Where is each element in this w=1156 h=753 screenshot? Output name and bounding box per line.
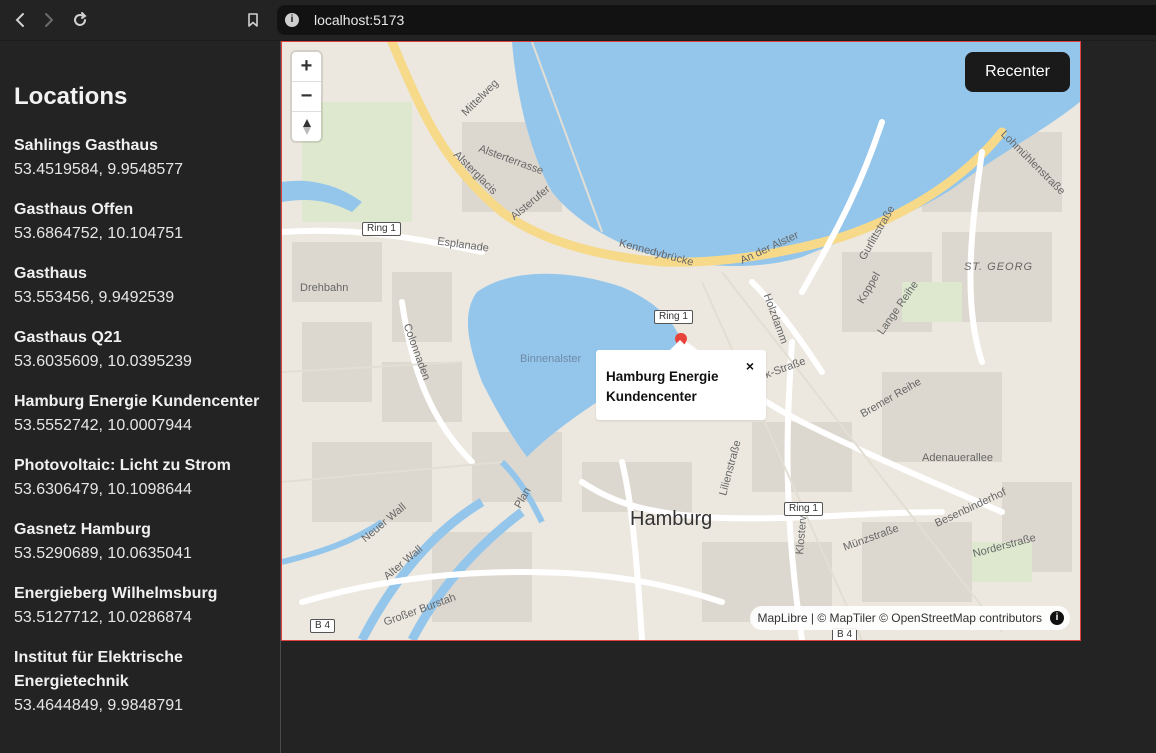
map-label-st-georg: ST. GEORG	[964, 261, 1034, 273]
location-item[interactable]: Photovoltaic: Licht zu Strom 53.6306479,…	[14, 454, 276, 502]
popup-title: Hamburg Energie Kundencenter	[606, 369, 719, 404]
road-shield-ring1: Ring 1	[362, 222, 401, 236]
location-name: Gasthaus Offen	[14, 201, 134, 218]
compass-button[interactable]	[292, 112, 321, 141]
location-name: Energieberg Wilhelmsburg	[14, 585, 218, 602]
map-label-binnenalster: Binnenalster	[520, 353, 582, 365]
recenter-button[interactable]: Recenter	[965, 52, 1070, 92]
popup-tip	[670, 340, 690, 350]
site-info-icon[interactable]: i	[285, 13, 299, 27]
location-coords: 53.4644849, 9.9848791	[14, 697, 184, 714]
bookmark-icon	[248, 13, 258, 27]
location-item[interactable]: Gasnetz Hamburg 53.5290689, 10.0635041	[14, 518, 276, 566]
location-name: Gasthaus	[14, 265, 87, 282]
chevron-left-icon	[15, 13, 24, 27]
location-coords: 53.6035609, 10.0395239	[14, 353, 192, 370]
map-label-drehbahn: Drehbahn	[300, 282, 349, 294]
address-bar[interactable]: i localhost:5173	[277, 5, 1156, 35]
location-coords: 53.553456, 9.9492539	[14, 289, 175, 306]
location-item[interactable]: Hamburg Energie Kundencenter 53.5552742,…	[14, 390, 276, 438]
location-coords: 53.5290689, 10.0635041	[14, 545, 192, 562]
road-shield-ring1: Ring 1	[784, 502, 823, 516]
location-list: Sahlings Gasthaus 53.4519584, 9.9548577 …	[14, 134, 276, 734]
location-name: Gasthaus Q21	[14, 329, 122, 346]
location-item[interactable]: Energieberg Wilhelmsburg 53.5127712, 10.…	[14, 582, 276, 630]
back-button[interactable]	[9, 9, 31, 31]
location-name: Photovoltaic: Licht zu Strom	[14, 457, 231, 474]
zoom-in-button[interactable]: +	[292, 52, 321, 82]
sidebar-title: Locations	[14, 83, 128, 110]
map-label-adenauerallee: Adenauerallee	[922, 452, 993, 464]
location-name: Sahlings Gasthaus	[14, 137, 159, 154]
location-coords: 53.6306479, 10.1098644	[14, 481, 192, 498]
location-name: Institut für Elektrische Energietechnik	[14, 649, 183, 690]
map-canvas[interactable]: Hamburg Binnenalster ST. GEORG Kennedybr…	[281, 41, 1081, 641]
map-attribution: MapLibre | © MapTiler © OpenStreetMap co…	[749, 606, 1070, 630]
location-item[interactable]: Gasthaus Offen 53.6864752, 10.104751	[14, 198, 276, 246]
popup-close-icon[interactable]: ×	[746, 358, 754, 374]
forward-button[interactable]	[38, 9, 60, 31]
road-shield-ring1: Ring 1	[654, 310, 693, 324]
location-coords: 53.5552742, 10.0007944	[14, 417, 192, 434]
location-name: Gasnetz Hamburg	[14, 521, 151, 538]
chevron-right-icon	[45, 13, 54, 27]
reload-button[interactable]	[69, 9, 91, 31]
bookmark-button[interactable]	[242, 9, 264, 31]
attribution-info-icon[interactable]: i	[1050, 611, 1064, 625]
road-shield-b4: B 4	[310, 619, 336, 633]
locations-sidebar: Locations Sahlings Gasthaus 53.4519584, …	[0, 41, 281, 753]
location-item[interactable]: Gasthaus Q21 53.6035609, 10.0395239	[14, 326, 276, 374]
location-coords: 53.6864752, 10.104751	[14, 225, 184, 242]
location-coords: 53.4519584, 9.9548577	[14, 161, 184, 178]
map-label-city: Hamburg	[630, 508, 713, 530]
location-item[interactable]: Gasthaus 53.553456, 9.9492539	[14, 262, 276, 310]
location-item[interactable]: Institut für Elektrische Energietechnik …	[14, 646, 276, 718]
location-popup: Hamburg Energie Kundencenter ×	[596, 350, 766, 420]
location-name: Hamburg Energie Kundencenter	[14, 393, 260, 410]
location-item[interactable]: Sahlings Gasthaus 53.4519584, 9.9548577	[14, 134, 276, 182]
url-text[interactable]: localhost:5173	[314, 12, 404, 28]
compass-icon	[302, 118, 311, 135]
location-coords: 53.5127712, 10.0286874	[14, 609, 192, 626]
page-background	[281, 641, 1156, 753]
attribution-text[interactable]: MapLibre | © MapTiler © OpenStreetMap co…	[758, 611, 1042, 625]
map-controls: + −	[292, 52, 321, 141]
zoom-out-button[interactable]: −	[292, 82, 321, 112]
reload-icon	[74, 12, 87, 26]
browser-toolbar: i localhost:5173	[0, 0, 1156, 41]
